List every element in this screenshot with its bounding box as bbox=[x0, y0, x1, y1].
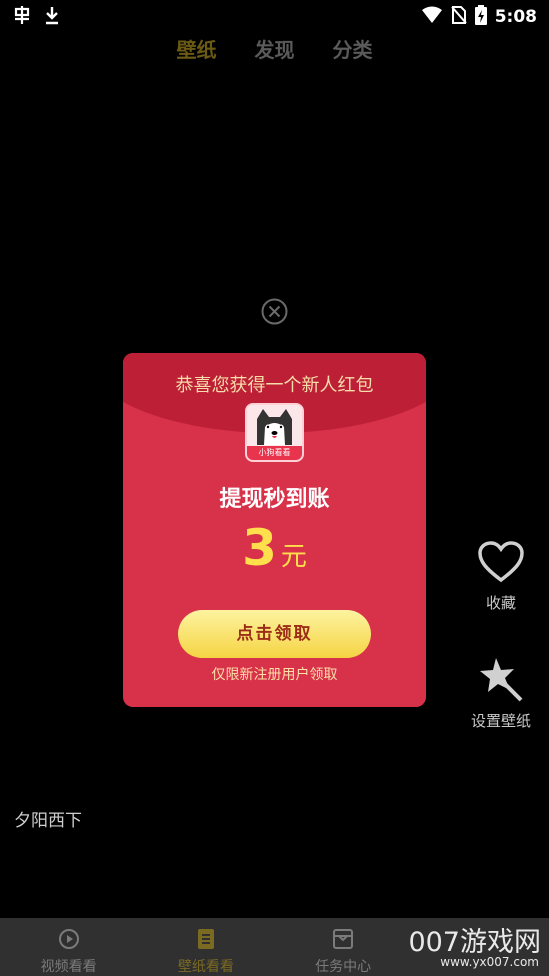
app-icon-caption: 小狗看看 bbox=[247, 446, 302, 460]
red-packet-popup: 恭喜您获得一个新人红包 小狗看看 提现秒到账 3元 点击领取 仅限新注册用户领取 bbox=[123, 353, 426, 707]
claim-button[interactable]: 点击领取 bbox=[178, 610, 371, 658]
popup-note: 仅限新注册用户领取 bbox=[211, 667, 338, 683]
watermark-url: www.yx007.com bbox=[440, 955, 539, 969]
close-icon bbox=[261, 298, 288, 325]
wifi-icon bbox=[421, 6, 443, 28]
nav-tasks-label: 任务中心 bbox=[315, 959, 372, 975]
nav-wallpaper-label: 壁纸看看 bbox=[177, 959, 234, 975]
status-left-icons bbox=[12, 5, 60, 29]
husky-dog-icon bbox=[247, 405, 302, 447]
battery-charging-icon bbox=[474, 5, 487, 29]
set-wallpaper-label: 设置壁纸 bbox=[470, 712, 531, 730]
magic-wand-icon bbox=[480, 658, 523, 702]
set-wallpaper-button[interactable]: 设置壁纸 bbox=[456, 656, 546, 731]
tab-category[interactable]: 分类 bbox=[333, 34, 373, 63]
tab-wallpaper[interactable]: 壁纸 bbox=[177, 34, 217, 63]
popup-amount: 3元 bbox=[123, 519, 426, 577]
popup-header: 恭喜您获得一个新人红包 bbox=[175, 375, 374, 396]
amount-value: 3 bbox=[242, 519, 277, 577]
heart-icon bbox=[478, 541, 524, 583]
play-circle-icon bbox=[58, 929, 79, 949]
nav-video[interactable]: 视频看看 bbox=[0, 918, 137, 976]
favorite-label: 收藏 bbox=[485, 594, 516, 612]
watermark-logo: 007游戏网 bbox=[408, 927, 541, 958]
document-icon bbox=[197, 929, 214, 949]
status-bar: 5:08 bbox=[0, 0, 549, 32]
status-time: 5:08 bbox=[494, 7, 537, 27]
download-icon bbox=[44, 5, 60, 29]
tab-discover[interactable]: 发现 bbox=[255, 34, 295, 63]
popup-close-button[interactable] bbox=[261, 298, 288, 325]
nav-video-label: 视频看看 bbox=[40, 959, 97, 975]
amount-unit: 元 bbox=[280, 542, 307, 572]
wallpaper-title: 夕阳西下 bbox=[14, 811, 82, 831]
top-tabs: 壁纸 发现 分类 bbox=[0, 34, 549, 63]
favorite-button[interactable]: 收藏 bbox=[456, 540, 546, 613]
app-notification-icon bbox=[12, 5, 32, 29]
nav-wallpaper[interactable]: 壁纸看看 bbox=[137, 918, 274, 976]
status-right-icons: 5:08 bbox=[421, 5, 537, 29]
no-sim-icon bbox=[450, 6, 467, 28]
app-icon: 小狗看看 bbox=[245, 403, 304, 462]
nav-tasks[interactable]: 任务中心 bbox=[275, 918, 412, 976]
task-box-icon bbox=[333, 929, 354, 949]
popup-subtitle: 提现秒到账 bbox=[219, 487, 330, 512]
